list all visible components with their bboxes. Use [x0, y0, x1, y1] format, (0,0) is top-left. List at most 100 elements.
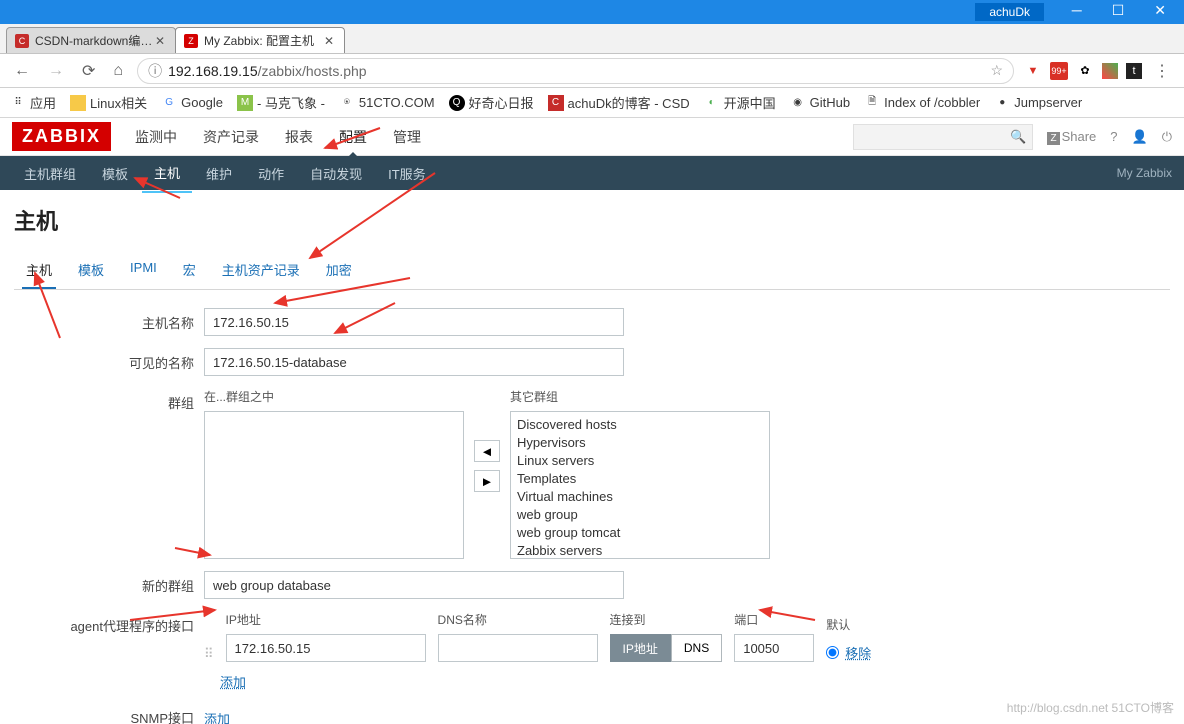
snmp-add-link[interactable]: 添加 [204, 712, 230, 724]
agent-add-link[interactable]: 添加 [220, 675, 246, 690]
agent-ip-input[interactable] [226, 634, 426, 662]
zabbix-logo[interactable]: ZABBIX [12, 122, 111, 151]
bookmark-label: Jumpserver [1014, 95, 1082, 110]
zabbix-top-menu: 监测中 资产记录 报表 配置 管理 [123, 118, 433, 157]
agent-dns-input[interactable] [438, 634, 598, 662]
label-other-groups: 其它群组 [510, 388, 770, 405]
label-hostname: 主机名称 [14, 308, 204, 336]
ext-badge-icon[interactable]: 99+ [1050, 62, 1068, 80]
drag-handle-icon[interactable]: ⠿ [204, 626, 214, 662]
bookmark-label: Linux相关 [90, 93, 147, 112]
submenu-maintenance[interactable]: 维护 [194, 155, 244, 192]
bookmark-item[interactable]: M- 马克飞象 - [237, 93, 325, 112]
apps-button[interactable]: ⠿应用 [10, 93, 56, 112]
tab-close-icon[interactable]: ✕ [322, 34, 336, 48]
submenu-templates[interactable]: 模板 [90, 155, 140, 192]
tab-close-icon[interactable]: ✕ [153, 34, 167, 48]
reload-icon[interactable]: ⟳ [78, 61, 99, 81]
bookmark-item[interactable]: ⍟51CTO.COM [339, 95, 435, 111]
power-icon[interactable]: ⏻ [1162, 129, 1172, 145]
topmenu-administration[interactable]: 管理 [381, 118, 433, 157]
visible-name-input[interactable] [204, 348, 624, 376]
bookmark-item[interactable]: ◉ GitHub [790, 95, 850, 111]
favicon-icon: C [15, 34, 29, 48]
submenu-discovery[interactable]: 自动发现 [298, 155, 374, 192]
topmenu-inventory[interactable]: 资产记录 [191, 118, 271, 157]
star-icon[interactable]: ☆ [990, 62, 1003, 79]
submenu-itservices[interactable]: IT服务 [376, 155, 438, 192]
ext-icon[interactable]: ▼ [1024, 62, 1042, 80]
help-icon[interactable]: ? [1110, 129, 1117, 144]
other-groups-listbox[interactable]: Discovered hostsHypervisorsLinux servers… [510, 411, 770, 559]
window-maximize-icon[interactable]: ☐ [1112, 2, 1125, 19]
move-left-button[interactable]: ◄ [474, 440, 500, 462]
zabbix-sub-menu: 主机群组 模板 主机 维护 动作 自动发现 IT服务 My Zabbix [0, 156, 1184, 190]
bookmark-item[interactable]: Q好奇心日报 [449, 93, 534, 112]
group-option[interactable]: Linux servers [517, 452, 763, 470]
group-option[interactable]: Virtual machines [517, 488, 763, 506]
browser-tab-csdn[interactable]: C CSDN-markdown编辑器 ✕ [6, 27, 176, 53]
tab-templates[interactable]: 模板 [74, 250, 108, 289]
window-minimize-icon[interactable]: ─ [1072, 2, 1082, 19]
google-icon: G [161, 95, 177, 111]
window-close-icon[interactable]: ✕ [1154, 2, 1166, 19]
bookmark-label: - 马克飞象 - [257, 93, 325, 112]
move-right-button[interactable]: ► [474, 470, 500, 492]
user-icon[interactable]: 👤 [1132, 129, 1148, 145]
bookmark-label: Index of /cobbler [884, 95, 980, 110]
tab-title: My Zabbix: 配置主机 [204, 32, 322, 49]
group-option[interactable]: Templates [517, 470, 763, 488]
topmenu-reports[interactable]: 报表 [273, 118, 325, 157]
browser-tab-zabbix[interactable]: Z My Zabbix: 配置主机 ✕ [175, 27, 345, 53]
tab-host[interactable]: 主机 [22, 250, 56, 289]
address-bar[interactable]: ⓘ 192.168.19.15/zabbix/hosts.php ☆ [137, 58, 1014, 84]
zabbix-instance-label: My Zabbix [1117, 166, 1172, 180]
bookmark-item[interactable]: Linux相关 [70, 93, 147, 112]
tab-encryption[interactable]: 加密 [322, 250, 356, 289]
new-group-input[interactable] [204, 571, 624, 599]
agent-default-radio[interactable] [826, 646, 839, 659]
github-icon: ◉ [790, 95, 806, 111]
group-option[interactable]: Discovered hosts [517, 416, 763, 434]
bookmark-item[interactable]: ●Jumpserver [994, 95, 1082, 111]
hostname-input[interactable] [204, 308, 624, 336]
submenu-actions[interactable]: 动作 [246, 155, 296, 192]
bookmark-item[interactable]: CachuDk的博客 - CSD [548, 93, 690, 112]
ext-icon[interactable]: t [1126, 63, 1142, 79]
search-icon: 🔍 [1010, 129, 1026, 145]
in-groups-listbox[interactable] [204, 411, 464, 559]
connect-ip-button[interactable]: IP地址 [610, 634, 671, 662]
topmenu-monitoring[interactable]: 监测中 [123, 118, 189, 157]
tab-inventory[interactable]: 主机资产记录 [218, 250, 304, 289]
share-button[interactable]: ZShare [1047, 129, 1096, 144]
site-info-icon[interactable]: ⓘ [148, 61, 162, 81]
topmenu-configuration[interactable]: 配置 [327, 118, 379, 157]
bookmark-item[interactable]: ◐开源中国 [704, 93, 776, 112]
group-option[interactable]: web group tomcat [517, 524, 763, 542]
group-option[interactable]: Hypervisors [517, 434, 763, 452]
favicon-icon: Z [184, 34, 198, 48]
menu-icon[interactable]: ⋮ [1150, 61, 1174, 81]
bookmark-icon: M [237, 95, 253, 111]
group-option[interactable]: web group [517, 506, 763, 524]
tab-macros[interactable]: 宏 [179, 250, 200, 289]
form-tabs: 主机 模板 IPMI 宏 主机资产记录 加密 [14, 250, 1170, 290]
agent-port-input[interactable] [734, 634, 814, 662]
submenu-hostgroups[interactable]: 主机群组 [12, 155, 88, 192]
zabbix-search-input[interactable]: 🔍 [853, 124, 1033, 150]
home-icon[interactable]: ⌂ [109, 62, 127, 80]
connect-dns-button[interactable]: DNS [671, 634, 722, 662]
agent-remove-link[interactable]: 移除 [845, 643, 871, 662]
bookmark-item[interactable]: GGoogle [161, 95, 223, 111]
ext-icon[interactable]: ✿ [1076, 62, 1094, 80]
bookmark-label: GitHub [810, 95, 850, 110]
tab-ipmi[interactable]: IPMI [126, 250, 161, 289]
label-agent-iface: agent代理程序的接口 [14, 611, 204, 691]
back-icon[interactable]: ← [10, 62, 34, 80]
submenu-hosts[interactable]: 主机 [142, 154, 192, 193]
forward-icon[interactable]: → [44, 62, 68, 80]
ext-icon[interactable] [1102, 63, 1118, 79]
windows-user-badge: achuDk [975, 3, 1044, 21]
bookmark-item[interactable]: 🗎Index of /cobbler [864, 95, 980, 111]
group-option[interactable]: Zabbix servers [517, 542, 763, 559]
